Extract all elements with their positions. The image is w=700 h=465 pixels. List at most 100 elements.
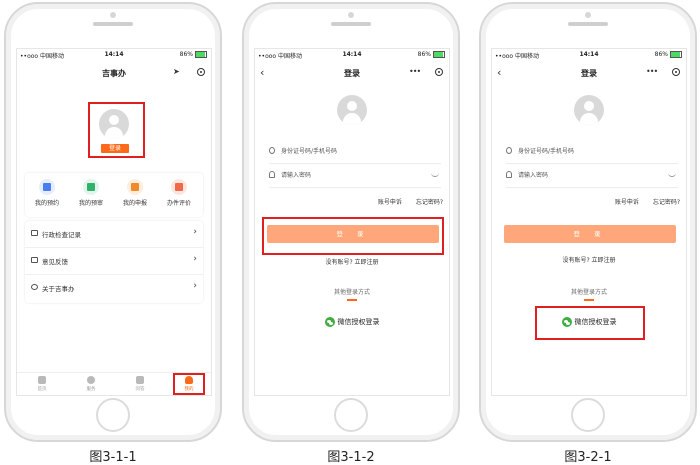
home-icon xyxy=(38,376,46,384)
grid-item-label: 我的预审 xyxy=(78,200,103,207)
grid-item-precheck[interactable]: 我的预审 xyxy=(69,177,113,207)
service-icon xyxy=(87,376,95,384)
other-login-underline xyxy=(584,299,594,301)
wechat-login-label: 微信授权登录 xyxy=(337,318,380,326)
chevron-right-icon: › xyxy=(193,227,197,237)
highlight-login-button xyxy=(262,217,444,255)
qa-icon xyxy=(136,376,144,384)
status-bar: ••ooo 中国移动 14:14 86% xyxy=(255,49,449,61)
register-link[interactable]: 没有账号? 立即注册 xyxy=(492,255,686,264)
status-bar: ••ooo 中国移动 14:14 86% xyxy=(492,49,686,61)
menu-item-inspection-records[interactable]: 行政检查记录 › xyxy=(25,221,203,248)
lock-icon xyxy=(506,171,512,178)
grid-item-declaration[interactable]: 我的申报 xyxy=(113,177,157,207)
close-capsule-icon[interactable] xyxy=(197,68,205,76)
service-grid: 我的预约 我的预审 我的申报 办件评价 xyxy=(25,173,203,217)
battery-indicator: 86% xyxy=(655,51,682,58)
mini-program-capsule[interactable]: ••• xyxy=(409,67,443,79)
mini-program-capsule[interactable]: ••• xyxy=(646,67,680,79)
tab-label: 问答 xyxy=(135,387,145,392)
grid-item-rating[interactable]: 办件评价 xyxy=(157,177,201,207)
nav-bar: ‹ 登录 ••• xyxy=(255,63,449,85)
grid-item-label: 办件评价 xyxy=(166,200,191,207)
account-input[interactable] xyxy=(281,144,411,158)
account-links: 账号申诉 忘记密码? xyxy=(603,197,680,206)
password-input[interactable] xyxy=(281,168,411,182)
menu-item-label: 意见反馈 xyxy=(42,258,68,266)
grid-item-appointment[interactable]: 我的预约 xyxy=(25,177,69,207)
speaker xyxy=(331,22,371,26)
chevron-right-icon: › xyxy=(193,254,197,264)
calendar-icon xyxy=(39,179,55,195)
rating-icon xyxy=(171,179,187,195)
chevron-right-icon: › xyxy=(193,281,197,291)
home-button[interactable] xyxy=(334,398,368,432)
phone-frame-3: ••ooo 中国移动 14:14 86% ‹ 登录 ••• 账号申诉 忘记密码? xyxy=(479,2,697,442)
tab-home[interactable]: 首页 xyxy=(27,375,57,392)
tab-service[interactable]: 服务 xyxy=(76,375,106,392)
screen-login-wechat: ••ooo 中国移动 14:14 86% ‹ 登录 ••• 账号申诉 忘记密码? xyxy=(491,48,687,396)
more-icon[interactable]: ••• xyxy=(409,67,421,76)
menu-item-feedback[interactable]: 意见反馈 › xyxy=(25,248,203,275)
menu-item-label: 关于吉事办 xyxy=(42,285,75,293)
grid-item-label: 我的申报 xyxy=(122,200,147,207)
avatar xyxy=(574,95,604,125)
battery-icon xyxy=(670,51,682,58)
home-button[interactable] xyxy=(96,398,130,432)
tab-label: 首页 xyxy=(37,387,47,392)
highlight-tab-mine xyxy=(173,373,205,395)
user-icon xyxy=(506,147,512,154)
account-appeal-link[interactable]: 账号申诉 xyxy=(378,199,402,206)
camera xyxy=(110,12,116,18)
message-icon xyxy=(31,230,38,236)
wechat-icon xyxy=(324,317,335,327)
camera xyxy=(585,12,591,18)
account-field[interactable] xyxy=(506,141,678,164)
account-links: 账号申诉 忘记密码? xyxy=(366,197,443,206)
battery-indicator: 86% xyxy=(180,51,207,58)
close-capsule-icon[interactable] xyxy=(435,68,443,76)
report-icon xyxy=(127,179,143,195)
lock-icon xyxy=(269,171,275,178)
account-appeal-link[interactable]: 账号申诉 xyxy=(615,199,639,206)
check-doc-icon xyxy=(83,179,99,195)
figure-caption-3: 图3-2-1 xyxy=(564,450,612,465)
login-submit-button[interactable]: 登 录 xyxy=(504,225,676,243)
eye-closed-icon[interactable] xyxy=(668,173,676,177)
grid-item-label: 我的预约 xyxy=(34,200,59,207)
edit-icon xyxy=(31,257,38,263)
home-button[interactable] xyxy=(571,398,605,432)
avatar xyxy=(337,95,367,125)
speaker xyxy=(568,22,608,26)
more-icon[interactable]: ••• xyxy=(646,67,658,76)
password-input[interactable] xyxy=(518,168,648,182)
info-icon xyxy=(31,284,38,290)
menu-item-label: 行政检查记录 xyxy=(42,231,81,239)
password-field[interactable] xyxy=(506,165,678,188)
other-login-label: 其他登录方式 xyxy=(333,289,370,296)
location-arrow-icon[interactable]: ➤ xyxy=(173,67,180,76)
highlight-wechat-login xyxy=(535,306,645,340)
other-login-underline xyxy=(347,299,357,301)
battery-indicator: 86% xyxy=(418,51,445,58)
speaker xyxy=(93,22,133,26)
tab-qa[interactable]: 问答 xyxy=(125,375,155,392)
forgot-password-link[interactable]: 忘记密码? xyxy=(416,199,443,206)
close-capsule-icon[interactable] xyxy=(672,68,680,76)
password-field[interactable] xyxy=(269,165,441,188)
battery-icon xyxy=(195,51,207,58)
figure-caption-1: 图3-1-1 xyxy=(89,450,137,465)
figure-caption-2: 图3-1-2 xyxy=(327,450,375,465)
phone-frame-2: ••ooo 中国移动 14:14 86% ‹ 登录 ••• 账号申诉 忘记密码? xyxy=(242,2,460,442)
account-field[interactable] xyxy=(269,141,441,164)
eye-closed-icon[interactable] xyxy=(431,173,439,177)
wechat-login-button[interactable]: 微信授权登录 xyxy=(255,317,449,327)
mini-program-capsule[interactable]: ➤ xyxy=(171,67,205,79)
menu-item-about[interactable]: 关于吉事办 › xyxy=(25,275,203,301)
register-link[interactable]: 没有账号? 立即注册 xyxy=(255,257,449,266)
phone-frame-1: ••ooo 中国移动 14:14 86% 吉事办 ➤ 登录 我的预约 我的预审 xyxy=(4,2,222,442)
nav-bar: 吉事办 ➤ xyxy=(17,63,211,85)
forgot-password-link[interactable]: 忘记密码? xyxy=(653,199,680,206)
screen-login: ••ooo 中国移动 14:14 86% ‹ 登录 ••• 账号申诉 忘记密码? xyxy=(254,48,450,396)
account-input[interactable] xyxy=(518,144,648,158)
